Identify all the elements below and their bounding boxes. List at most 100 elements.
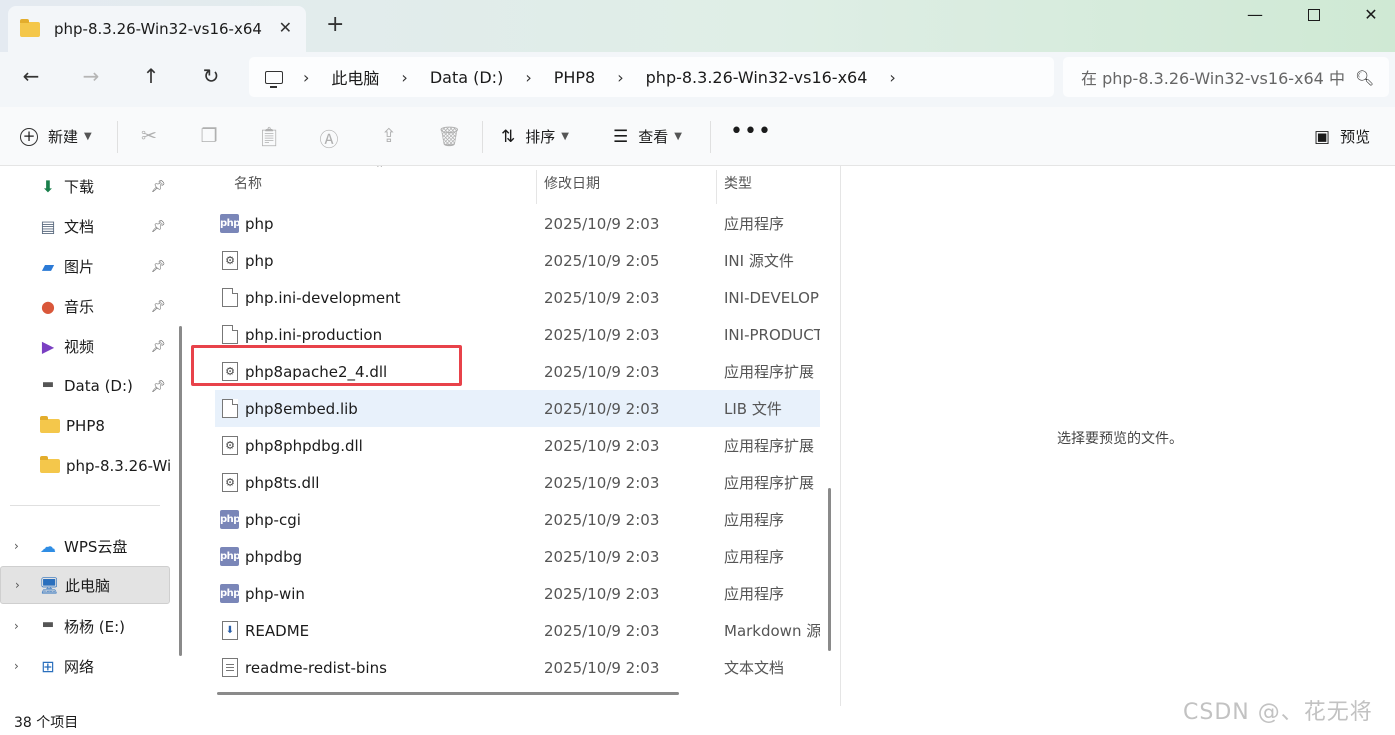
window-tab[interactable]: php-8.3.26-Win32-vs16-x64 ✕: [8, 6, 306, 52]
file-row[interactable]: php.ini-development 2025/10/9 2:03 INI-D…: [215, 279, 820, 316]
breadcrumb-this-pc[interactable]: 此电脑: [331, 65, 379, 89]
pin-icon[interactable]: 📌︎: [151, 339, 166, 353]
sidebar-item-label: 图片: [64, 257, 95, 276]
file-row[interactable]: readme-redist-bins 2025/10/9 2:03 文本文档: [215, 649, 820, 686]
breadcrumb-separator-icon[interactable]: ›: [401, 68, 407, 87]
copy-icon[interactable]: ❐: [197, 125, 221, 147]
file-type: INI-PRODUCTION 文件: [724, 326, 820, 344]
file-row[interactable]: ⚙ php8phpdbg.dll 2025/10/9 2:03 应用程序扩展: [215, 427, 820, 464]
sidebar-item-documents[interactable]: ▤ 文档 📌︎: [0, 207, 170, 245]
search-input[interactable]: 在 php-8.3.26-Win32-vs16-x64 中: [1063, 57, 1389, 97]
videos-icon: ▶: [41, 337, 55, 356]
paste-icon[interactable]: 📋︎: [257, 125, 281, 148]
address-bar[interactable]: › 此电脑 › Data (D:) › PHP8 › php-8.3.26-Wi…: [249, 57, 1054, 97]
up-button[interactable]: ↑: [136, 64, 166, 88]
delete-icon[interactable]: 🗑︎: [437, 125, 461, 148]
sidebar-item-network[interactable]: › ⊞ 网络: [0, 647, 170, 685]
more-options-button[interactable]: •••: [730, 119, 772, 144]
sidebar-item-pictures[interactable]: ▰ 图片 📌︎: [0, 247, 170, 285]
title-bar: php-8.3.26-Win32-vs16-x64 ✕ + — ✕: [0, 0, 1395, 52]
pin-icon[interactable]: 📌︎: [151, 299, 166, 313]
forward-button[interactable]: →: [76, 64, 106, 88]
item-count: 38 个项目: [14, 715, 79, 731]
file-type: 应用程序扩展: [724, 363, 815, 381]
view-button[interactable]: ☰ 查看 ▼: [613, 126, 682, 147]
share-icon[interactable]: ⇪: [377, 125, 401, 147]
back-button[interactable]: ←: [16, 64, 46, 88]
rename-icon[interactable]: Ⓐ: [317, 125, 341, 152]
file-list-horizontal-scrollbar[interactable]: [217, 692, 679, 695]
pin-icon[interactable]: 📌︎: [151, 379, 166, 393]
pin-icon[interactable]: 📌︎: [151, 219, 166, 233]
file-row[interactable]: php8embed.lib 2025/10/9 2:03 LIB 文件: [215, 390, 820, 427]
file-list-vertical-scrollbar[interactable]: [828, 488, 831, 651]
file-name: php8phpdbg.dll: [245, 436, 363, 455]
file-list: 名称 ⌃ 修改日期 类型 php php 2025/10/9 2:03 应用程序…: [200, 166, 820, 706]
breadcrumb-separator-icon: ›: [303, 67, 310, 87]
column-header-type[interactable]: 类型: [724, 166, 752, 200]
column-divider[interactable]: [536, 170, 537, 204]
sidebar-item-music[interactable]: ● 音乐 📌︎: [0, 287, 170, 325]
sidebar-item-videos[interactable]: ▶ 视频 📌︎: [0, 327, 170, 365]
breadcrumb-separator-icon[interactable]: ›: [889, 68, 895, 87]
file-row[interactable]: ⬇ README 2025/10/9 2:03 Markdown 源文件: [215, 612, 820, 649]
file-date: 2025/10/9 2:03: [544, 325, 660, 344]
php-icon: php: [220, 214, 240, 233]
sidebar-item-label: 此电脑: [65, 576, 111, 595]
maximize-button[interactable]: [1299, 5, 1329, 27]
sidebar-item-php-folder[interactable]: php-8.3.26-Win32-vs16-x64: [0, 447, 170, 485]
new-tab-button[interactable]: +: [326, 14, 344, 36]
file-row[interactable]: php phpdbg 2025/10/9 2:03 应用程序: [215, 538, 820, 575]
minimize-button[interactable]: —: [1240, 5, 1270, 27]
column-header-name[interactable]: 名称: [234, 166, 262, 200]
sort-label: 排序: [525, 128, 556, 146]
sidebar-scrollbar[interactable]: [179, 326, 182, 656]
php-icon: php: [220, 510, 240, 529]
sort-ascending-icon: ⌃: [375, 166, 385, 175]
breadcrumb-separator-icon[interactable]: ›: [525, 68, 531, 87]
sidebar-item-e-drive[interactable]: › ▬ 杨杨 (E:): [0, 607, 170, 645]
refresh-button[interactable]: ↻: [196, 64, 226, 88]
file-type: LIB 文件: [724, 400, 782, 418]
file-row[interactable]: ⚙ php 2025/10/9 2:05 INI 源文件: [215, 242, 820, 279]
sidebar-item-php8[interactable]: PHP8: [0, 407, 170, 445]
file-row[interactable]: php php-cgi 2025/10/9 2:03 应用程序: [215, 501, 820, 538]
close-button[interactable]: ✕: [1356, 5, 1386, 27]
breadcrumb-separator-icon[interactable]: ›: [617, 68, 623, 87]
chevron-right-icon[interactable]: ›: [14, 619, 19, 633]
sort-button[interactable]: ⇅ 排序 ▼: [501, 126, 569, 147]
file-type: Markdown 源文件: [724, 622, 820, 640]
file-row[interactable]: php php-win 2025/10/9 2:03 应用程序: [215, 575, 820, 612]
chevron-right-icon[interactable]: ›: [15, 578, 20, 592]
file-date: 2025/10/9 2:03: [544, 584, 660, 603]
sidebar-divider: [10, 505, 160, 506]
sidebar-item-this-pc[interactable]: › 🖥︎ 此电脑: [0, 566, 170, 604]
file-row[interactable]: ⚙ php8ts.dll 2025/10/9 2:03 应用程序扩展: [215, 464, 820, 501]
chevron-right-icon[interactable]: ›: [14, 539, 19, 553]
tab-close-icon[interactable]: ✕: [279, 18, 292, 37]
search-placeholder: 在 php-8.3.26-Win32-vs16-x64 中: [1081, 69, 1345, 88]
this-pc-icon: 🖥︎: [39, 576, 60, 595]
pin-icon[interactable]: 📌︎: [151, 259, 166, 273]
sidebar-item-data-drive[interactable]: ▬ Data (D:) 📌︎: [0, 367, 170, 405]
file-row[interactable]: php php 2025/10/9 2:03 应用程序: [215, 205, 820, 242]
preview-button[interactable]: ▣ 预览: [1314, 126, 1370, 147]
sidebar-item-label: WPS云盘: [64, 537, 128, 556]
column-divider[interactable]: [716, 170, 717, 204]
new-button[interactable]: + 新建 ▼: [20, 126, 92, 147]
sidebar-item-wps-cloud[interactable]: › ☁ WPS云盘: [0, 527, 170, 565]
breadcrumb-php8[interactable]: PHP8: [554, 68, 596, 87]
cut-icon[interactable]: ✂: [137, 125, 161, 147]
column-header-date[interactable]: 修改日期: [544, 166, 600, 200]
file-type: 应用程序扩展: [724, 474, 815, 492]
breadcrumb-current-folder[interactable]: php-8.3.26-Win32-vs16-x64: [646, 68, 868, 87]
new-label: 新建: [48, 128, 79, 146]
drive-icon: ▬: [41, 377, 55, 392]
breadcrumb-data-drive[interactable]: Data (D:): [430, 68, 503, 87]
tab-title: php-8.3.26-Win32-vs16-x64: [54, 20, 262, 38]
pin-icon[interactable]: 📌︎: [151, 179, 166, 193]
search-icon[interactable]: 🔍︎: [1355, 69, 1374, 87]
sidebar-item-downloads[interactable]: ⬇ 下载 📌︎: [0, 167, 170, 205]
sidebar-item-label: 杨杨 (E:): [64, 617, 126, 636]
chevron-right-icon[interactable]: ›: [14, 659, 19, 673]
